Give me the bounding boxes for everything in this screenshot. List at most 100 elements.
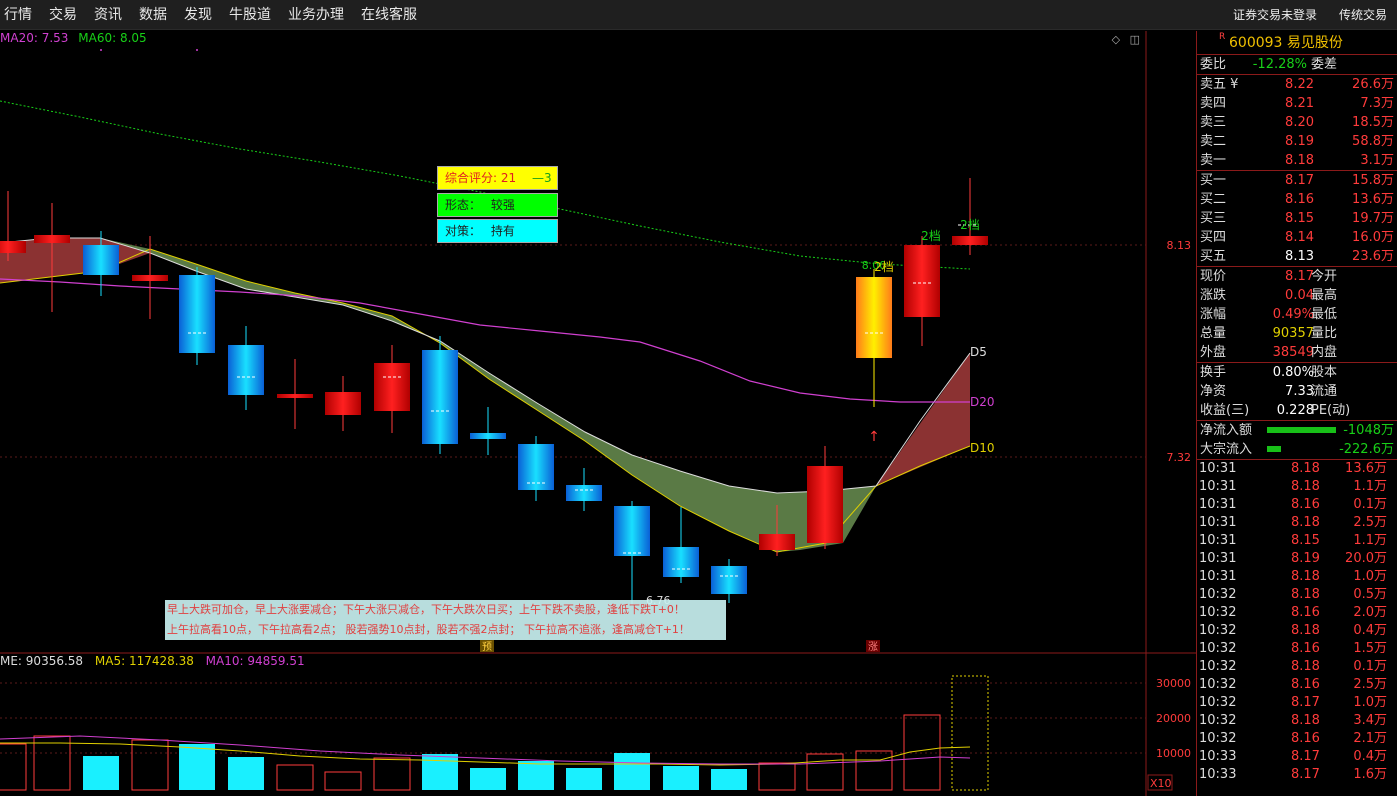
bids-list: 买一 8.17 15.8万 买二 8.16 13.6万 买三 8.15 19.7万 买四 8.… [1197,170,1397,266]
tick-time: 10:32 [1199,623,1237,638]
policy-box: 对策： 持有 [437,219,558,243]
bid-label: 买三 [1200,211,1227,226]
menu-data[interactable]: 数据 [134,0,179,30]
vol-scale-label: X10 [1150,777,1172,790]
kline-chart[interactable]: 8.13 7.32 30000 20000 10000 X10 ↑ 8.00 2… [0,31,1196,796]
diamond-icon[interactable]: ◇ [1112,33,1120,46]
quote-row: 外盘 38549 内盘 [1197,343,1397,362]
candle-down[interactable] [614,506,650,556]
tick-row: 10:32 8.18 3.4万 [1197,712,1397,730]
ask-vol: 58.8万 [1352,134,1394,149]
fund-row: 换手 0.80% 股本 [1197,363,1397,382]
bid-vol: 23.6万 [1352,249,1394,264]
tick-list[interactable]: 10:31 8.18 13.6万 10:31 8.18 1.1万 10:31 8.16 0.1万… [1197,459,1397,784]
candle-down[interactable] [83,245,119,275]
menu-discover[interactable]: 发现 [179,0,224,30]
menu-niugudao[interactable]: 牛股道 [224,0,283,30]
level-label-mid: 2档 [921,229,941,243]
candle-up[interactable] [34,235,70,243]
volume-bar-down [179,744,215,790]
tick-price: 8.16 [1291,605,1320,620]
candle-limit-up[interactable] [856,277,892,358]
tick-time: 10:31 [1199,569,1237,584]
tips-line-1: 早上大跌可加仓，早上大涨要减仓；下午大涨只减仓，下午大跌次日买；上午下跌不卖股，… [167,603,685,616]
quote-label: 现价 [1200,269,1227,284]
candle-up[interactable] [277,394,313,398]
tick-time: 10:32 [1199,731,1237,746]
quote-label: 涨跌 [1200,288,1227,303]
candle-down[interactable] [179,275,215,353]
ask-label: 卖五 ¥ [1200,77,1239,92]
bid-price: 8.16 [1285,192,1314,207]
ask-price: 8.19 [1285,134,1314,149]
flow-value: -222.6万 [1339,442,1394,457]
candle-up[interactable] [374,363,410,411]
vol-ma5-legend: MA5: 117428.38 [94,654,194,668]
quote-value: 38549 [1272,345,1314,360]
tick-price: 8.16 [1291,677,1320,692]
volume-bar-up [0,743,27,791]
menu-trade[interactable]: 交易 [44,0,89,30]
candle-up[interactable] [904,245,940,317]
candle-down[interactable] [518,444,554,490]
candle-down[interactable] [422,350,458,444]
volume-bars [0,675,989,791]
menu-quotes[interactable]: 行情 [0,0,44,30]
candle-down[interactable] [566,485,602,501]
kline-chart-canvas[interactable]: 8.13 7.32 30000 20000 10000 X10 ↑ 8.00 2… [0,31,1196,796]
candle-down[interactable] [663,547,699,577]
pre-marker: 预 [482,641,492,653]
quote-label2: 最高 [1311,288,1338,303]
ask-row[interactable]: 卖二 8.19 58.8万 [1197,132,1397,151]
quote-row: 现价 8.17 今开 [1197,267,1397,286]
volume-bar-down [83,756,119,790]
window-icon[interactable]: ◫ [1130,33,1140,46]
quote-label: 涨幅 [1200,307,1227,322]
menu-news[interactable]: 资讯 [89,0,134,30]
ask-label: 卖四 [1200,96,1227,111]
candle-up[interactable] [807,466,843,543]
quote-label2: 今开 [1311,269,1338,284]
candle-down[interactable] [711,566,747,594]
ask-price: 8.22 [1285,77,1314,92]
volume-bar-up [855,750,893,791]
candle-up[interactable] [132,275,168,281]
tick-qty: 13.6万 [1345,461,1387,476]
flow-label: 净流入额 [1200,423,1253,438]
tick-qty: 1.0万 [1353,569,1387,584]
ask-row[interactable]: 卖一 8.18 3.1万 [1197,151,1397,170]
bid-row[interactable]: 买五 8.13 23.6万 [1197,247,1397,266]
stock-header: R 600093 易见股份 [1197,31,1397,55]
candle-up[interactable] [759,534,795,550]
tick-row: 10:31 8.18 1.1万 [1197,478,1397,496]
volume-bar-up [276,764,314,791]
tick-row: 10:32 8.16 2.1万 [1197,730,1397,748]
tick-time: 10:31 [1199,533,1237,548]
bid-row[interactable]: 买一 8.17 15.8万 [1197,171,1397,190]
fund-label2: 流通 [1311,384,1338,399]
ask-row[interactable]: 卖四 8.21 7.3万 [1197,94,1397,113]
quote-value: 8.17 [1285,269,1314,284]
candle-down[interactable] [228,345,264,395]
tick-qty: 2.5万 [1353,677,1387,692]
menu-business[interactable]: 业务办理 [283,0,356,30]
classic-trade-link[interactable]: 传统交易 [1317,0,1387,30]
menu-online-service[interactable]: 在线客服 [356,0,429,30]
tick-qty: 1.6万 [1353,767,1387,782]
tick-qty: 0.4万 [1353,623,1387,638]
candle-down[interactable] [470,433,506,439]
bid-row[interactable]: 买二 8.16 13.6万 [1197,190,1397,209]
candle-up[interactable] [325,392,361,415]
bid-row[interactable]: 买四 8.14 16.0万 [1197,228,1397,247]
candle-up[interactable] [952,236,988,245]
tick-time: 10:31 [1199,461,1237,476]
fund-label2: PE(动) [1311,403,1351,418]
ask-row[interactable]: 卖三 8.20 18.5万 [1197,113,1397,132]
ma60-legend: MA60: 8.05 [78,31,147,45]
candle-up[interactable] [0,241,26,253]
login-status-link[interactable]: 证券交易未登录 [1211,0,1317,30]
bid-row[interactable]: 买三 8.15 19.7万 [1197,209,1397,228]
ask-row[interactable]: 卖五 ¥ 8.22 26.6万 [1197,75,1397,94]
tick-row: 10:32 8.18 0.4万 [1197,622,1397,640]
tick-time: 10:33 [1199,767,1237,782]
